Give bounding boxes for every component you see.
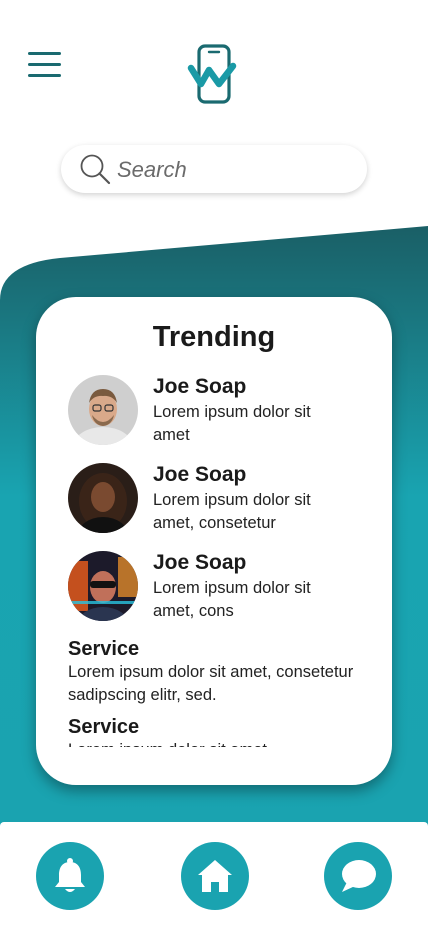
avatar [68,463,138,533]
trending-item[interactable]: Joe Soap Lorem ipsum dolor sit amet, con… [68,463,368,535]
app-logo [187,44,237,104]
menu-line [28,74,61,77]
trending-description: Lorem ipsum dolor sit amet [153,403,311,444]
menu-line [28,52,61,55]
bottom-nav-bar [0,822,428,926]
search-icon [80,154,111,185]
trending-name: Joe Soap [153,551,247,574]
bell-icon [55,858,85,892]
chat-button[interactable] [324,842,392,910]
trending-description: Lorem ipsum dolor sit amet, cons [153,579,311,620]
trending-name: Joe Soap [153,375,247,398]
service-description: Lorem ipsum dolor sit amet [68,739,368,747]
home-button[interactable] [181,842,249,910]
service-title: Service [68,716,140,738]
menu-line [28,63,61,66]
home-icon [198,860,232,892]
trending-item[interactable]: Joe Soap Lorem ipsum dolor sit amet [68,375,368,447]
service-item[interactable]: Service Lorem ipsum dolor sit amet [68,715,368,747]
trending-name: Joe Soap [153,463,247,486]
search-bar[interactable] [61,145,367,193]
notifications-button[interactable] [36,842,104,910]
service-item[interactable]: Service Lorem ipsum dolor sit amet, cons… [68,637,368,707]
trending-title: Trending [152,321,276,353]
service-list: Service Lorem ipsum dolor sit amet, cons… [68,637,368,747]
search-input[interactable] [115,151,359,189]
service-title: Service [68,638,140,660]
trending-item[interactable]: Joe Soap Lorem ipsum dolor sit amet, con… [68,551,368,623]
chat-bubble-icon [342,860,376,892]
service-description: Lorem ipsum dolor sit amet, consetetur s… [68,663,354,704]
avatar [68,375,138,445]
avatar [68,551,138,621]
hamburger-menu-icon[interactable] [28,52,62,78]
trending-description: Lorem ipsum dolor sit amet, consetetur [153,491,311,532]
trending-card: Trending Joe Soap Lorem ipsum dolor sit … [36,297,392,785]
